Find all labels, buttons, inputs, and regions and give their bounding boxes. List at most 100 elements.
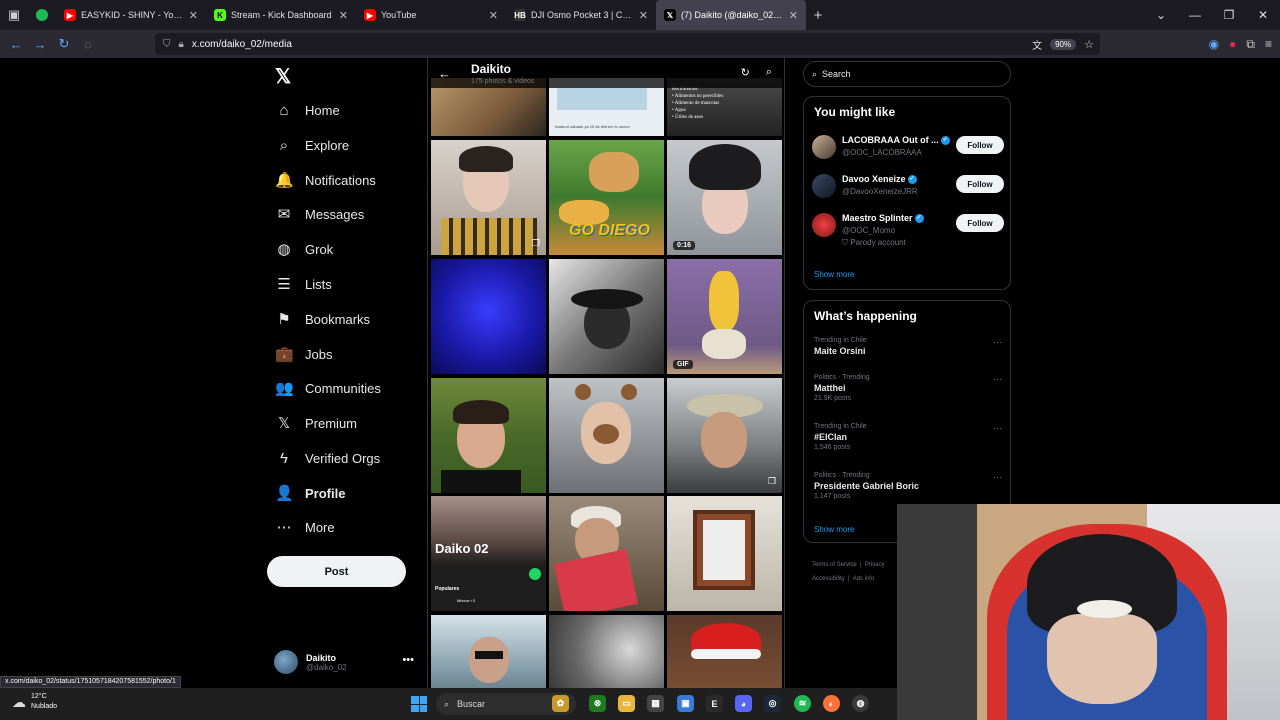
app-icon[interactable]: ▣ — [677, 695, 694, 712]
nav-item-lists[interactable]: ☰ Lists — [275, 272, 331, 296]
folder-icon[interactable]: ▭ — [618, 695, 635, 712]
post-button[interactable]: Post — [267, 556, 406, 587]
translate-icon[interactable]: 文 — [1032, 37, 1042, 52]
zoom-level[interactable]: 90% — [1050, 38, 1077, 50]
spotify-icon[interactable]: ≋ — [794, 695, 811, 712]
follow-button[interactable]: Follow — [956, 214, 1004, 232]
nav-item-messages[interactable]: ✉ Messages — [275, 202, 365, 226]
footer-link-accessibility[interactable]: Accessibility — [812, 576, 845, 582]
obs-icon[interactable]: ◍ — [852, 695, 869, 712]
start-button[interactable] — [411, 696, 427, 712]
back-icon[interactable]: ← — [4, 37, 28, 52]
media-tile[interactable]: 0:16 — [667, 140, 782, 255]
trend-item[interactable]: Trending in Chile Maite Orsini ··· — [814, 337, 1002, 356]
media-tile[interactable]: ❐ — [431, 140, 546, 255]
media-tile[interactable]: GIF — [667, 259, 782, 374]
store-icon[interactable]: ▦ — [647, 695, 664, 712]
tab-youtube[interactable]: ▶ YouTube ✕ — [356, 0, 506, 30]
menu-icon[interactable]: ≡ — [1265, 37, 1272, 52]
address-bar[interactable]: ⛉ 🔒︎ x.com/daiko_02/media 文 90% ☆ — [155, 33, 1100, 55]
reload-icon[interactable]: ↻ — [52, 36, 76, 52]
record-icon[interactable]: ● — [1229, 37, 1236, 52]
nav-item-more[interactable]: ⋯ More — [275, 515, 335, 539]
media-tile[interactable] — [431, 259, 546, 374]
nav-item-premium[interactable]: 𝕏 Premium — [275, 411, 357, 435]
close-icon[interactable]: ✕ — [789, 9, 798, 22]
suggestion-item[interactable]: Davoo Xeneize ✓ @DavooXeneizeJRR Follow — [812, 172, 1004, 202]
media-tile[interactable] — [549, 259, 664, 374]
follow-button[interactable]: Follow — [956, 175, 1004, 193]
nav-item-jobs[interactable]: 💼 Jobs — [275, 342, 332, 366]
nav-item-grok[interactable]: ◍ Grok — [275, 237, 333, 261]
shield-icon[interactable]: ⛉ — [163, 39, 171, 50]
nav-item-communities[interactable]: 👥 Communities — [275, 376, 381, 400]
footer-link-terms[interactable]: Terms of Service — [812, 562, 857, 568]
media-tile[interactable] — [667, 615, 782, 688]
lock-icon[interactable]: 🔒︎ — [179, 39, 184, 50]
avatar[interactable] — [812, 174, 836, 198]
close-icon[interactable]: ✕ — [489, 9, 498, 22]
nav-item-bookmarks[interactable]: ⚑ Bookmarks — [275, 307, 370, 331]
close-window-icon[interactable]: ✕ — [1246, 8, 1280, 22]
weather-widget[interactable]: ☁ 12°C Nublado — [12, 692, 57, 712]
suggestion-item[interactable]: Maestro Splinter ✓ @OOC_Momo ⛉ Parody acc… — [812, 211, 1004, 247]
tab-dji[interactable]: HB DJI Osmo Pocket 3 | Cámara de ✕ — [506, 0, 656, 30]
avatar[interactable] — [812, 135, 836, 159]
avatar[interactable] — [274, 650, 298, 674]
new-tab-icon[interactable]: + — [806, 7, 830, 24]
more-icon[interactable]: ··· — [993, 337, 1002, 347]
more-icon[interactable]: ··· — [993, 423, 1002, 433]
url-text[interactable]: x.com/daiko_02/media — [192, 39, 292, 50]
media-tile[interactable]: Daiko 02 Populares Mixxxa +3 — [431, 496, 546, 611]
footer-link-privacy[interactable]: Privacy — [865, 562, 885, 568]
close-icon[interactable]: ✕ — [639, 9, 648, 22]
extensions-icon[interactable]: ⧉ — [1246, 37, 1255, 52]
more-icon[interactable]: ··· — [993, 374, 1002, 384]
tab-easykid[interactable]: ▶ EASYKID - SHINY - YouTube ✕ — [56, 0, 206, 30]
show-more-link[interactable]: Show more — [814, 525, 854, 534]
minimize-icon[interactable]: — — [1178, 8, 1212, 22]
media-tile[interactable]: ❐ — [667, 378, 782, 493]
nav-item-verified-orgs[interactable]: ϟ Verified Orgs — [275, 446, 380, 470]
show-more-link[interactable]: Show more — [814, 270, 854, 279]
media-tile[interactable] — [549, 378, 664, 493]
refresh-icon[interactable]: ↻ — [741, 66, 750, 79]
more-icon[interactable]: ••• — [402, 654, 414, 666]
more-icon[interactable]: ··· — [993, 472, 1002, 482]
back-arrow-icon[interactable]: ← — [438, 66, 451, 81]
extension-icon[interactable]: ◌ — [76, 37, 100, 52]
spotify-pinned-tab-icon[interactable] — [28, 0, 56, 30]
follow-button[interactable]: Follow — [956, 136, 1004, 154]
flower-icon[interactable]: ✿ — [552, 695, 569, 712]
account-icon[interactable]: ◉ — [1209, 37, 1219, 52]
nav-item-home[interactable]: ⌂ Home — [275, 98, 339, 122]
steam-icon[interactable]: ◎ — [764, 695, 781, 712]
nav-item-profile[interactable]: 👤 Profile — [275, 481, 345, 505]
nav-item-explore[interactable]: ⌕ Explore — [275, 133, 349, 157]
media-tile[interactable]: GO DIEGO — [549, 140, 664, 255]
close-icon[interactable]: ✕ — [339, 9, 348, 22]
restore-icon[interactable]: ❐ — [1212, 8, 1246, 22]
forward-icon[interactable]: → — [28, 37, 52, 52]
chevron-down-icon[interactable]: ⌄ — [1144, 8, 1178, 22]
epic-games-icon[interactable]: E — [706, 695, 723, 712]
trend-item[interactable]: Politics · Trending Matthei 21.9K posts … — [814, 374, 1002, 402]
firefox-icon[interactable]: ◐ — [823, 695, 840, 712]
xbox-icon[interactable]: ⊗ — [589, 695, 606, 712]
footer-link-ads[interactable]: Ads info — [853, 576, 875, 582]
search-input[interactable] — [822, 69, 993, 79]
trend-item[interactable]: Politics · Trending Presidente Gabriel B… — [814, 472, 1002, 500]
tab-kick[interactable]: K Stream - Kick Dashboard ✕ — [206, 0, 356, 30]
trend-item[interactable]: Trending in Chile #ElClan 1,546 posts ··… — [814, 423, 1002, 451]
media-tile[interactable] — [549, 496, 664, 611]
x-logo-icon[interactable]: 𝕏 — [275, 64, 291, 89]
media-tile[interactable] — [431, 615, 546, 688]
nav-item-notifications[interactable]: 🔔 Notifications — [275, 168, 376, 192]
media-tile[interactable] — [549, 615, 664, 688]
tab-list-icon[interactable]: ▣ — [0, 0, 28, 30]
avatar[interactable] — [812, 213, 836, 237]
search-field[interactable]: ⌕ — [803, 61, 1011, 87]
star-icon[interactable]: ☆ — [1084, 38, 1094, 51]
search-icon[interactable]: ⌕ — [766, 66, 772, 79]
account-switcher[interactable]: Daikito @daiko_02 ••• — [274, 646, 424, 678]
